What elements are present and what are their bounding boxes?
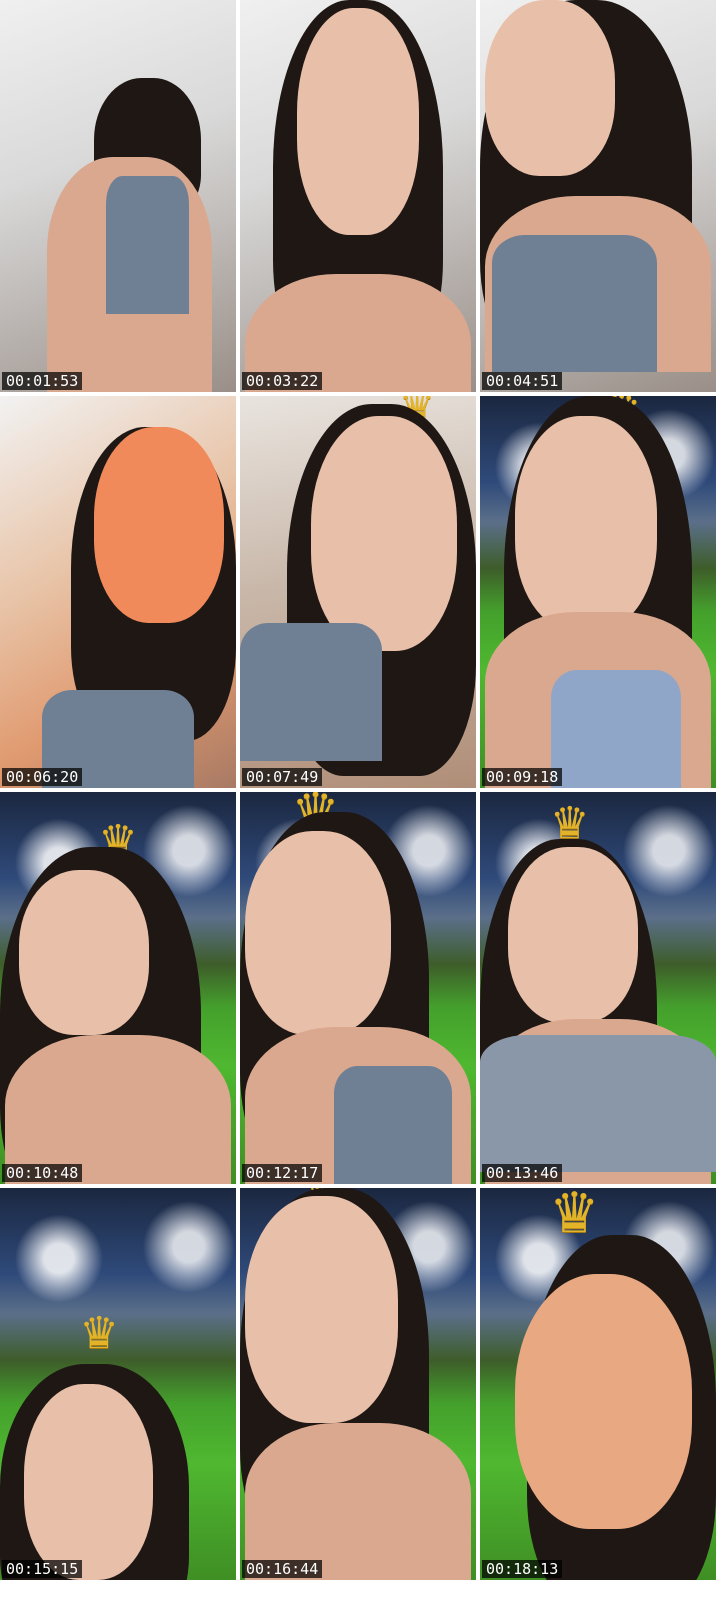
thumbnail[interactable]: 00:04:51 [480, 0, 716, 392]
subject-face [244, 1195, 399, 1424]
subject-face [18, 870, 149, 1036]
thumbnail[interactable]: 00:01:53 [0, 0, 236, 392]
timestamp-label: 00:12:17 [242, 1164, 323, 1182]
thumbnail[interactable]: ♛ 00:07:49 [240, 396, 476, 788]
thumbnail[interactable]: ♛ 00:16:44 [240, 1188, 476, 1580]
subject-face [515, 415, 657, 632]
timestamp-label: 00:16:44 [242, 1560, 323, 1578]
subject-face [296, 7, 420, 236]
thumbnail[interactable]: ♛ 00:09:18 [480, 396, 716, 788]
subject-top [240, 623, 382, 761]
subject-top [550, 670, 681, 788]
thumbnail[interactable]: 00:03:22 [240, 0, 476, 392]
timestamp-label: 00:09:18 [482, 768, 563, 786]
subject-top [106, 176, 189, 314]
timestamp-label: 00:03:22 [242, 372, 323, 390]
thumbnail[interactable]: ♛ 00:15:15 [0, 1188, 236, 1580]
thumbnail[interactable]: ♛ 00:10:48 [0, 792, 236, 1184]
timestamp-label: 00:18:13 [482, 1560, 563, 1578]
subject-top [491, 235, 657, 373]
timestamp-label: 00:10:48 [2, 1164, 83, 1182]
subject-face [310, 415, 458, 651]
thumbnail[interactable]: ♛ 00:13:46 [480, 792, 716, 1184]
timestamp-label: 00:04:51 [482, 372, 563, 390]
timestamp-label: 00:07:49 [242, 768, 323, 786]
crown-icon: ♛ [79, 1308, 119, 1359]
thumbnail[interactable]: ♛ 00:18:13 [480, 1188, 716, 1580]
thumbnail[interactable]: ♛ 00:12:17 [240, 792, 476, 1184]
thumbnail[interactable]: 00:06:20 [0, 396, 236, 788]
timestamp-label: 00:01:53 [2, 372, 83, 390]
subject-body [4, 1035, 232, 1184]
timestamp-label: 00:13:46 [482, 1164, 563, 1182]
subject-face [94, 427, 225, 624]
subject-face [244, 831, 392, 1036]
subject-face [484, 0, 615, 177]
thumbnail-grid: 00:01:53 00:03:22 00:04:51 00:06:20 ♛ 00… [0, 0, 720, 1600]
subject-top [480, 1035, 716, 1173]
subject-face [515, 1274, 693, 1530]
subject-face [508, 846, 639, 1024]
subject-top [334, 1066, 453, 1184]
timestamp-label: 00:15:15 [2, 1560, 83, 1578]
timestamp-label: 00:06:20 [2, 768, 83, 786]
subject-face [23, 1384, 154, 1580]
crown-icon: ♛ [549, 1188, 600, 1246]
subject-body [244, 1423, 472, 1580]
